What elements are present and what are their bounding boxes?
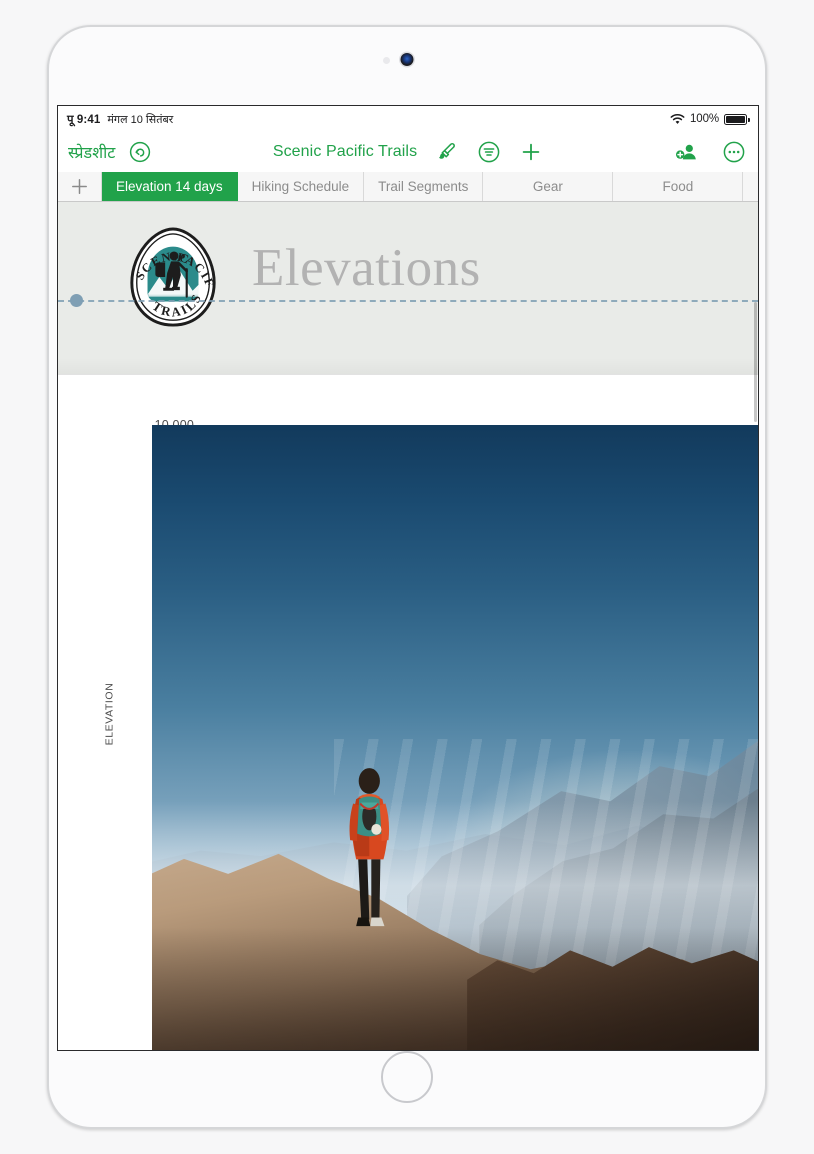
photo-hiker xyxy=(339,767,400,993)
status-bar-left: पू 9:41 मंगल 10 सितंबर xyxy=(67,112,173,127)
scenic-pacific-trails-logo: SCENIC PACIFIC TRAILS xyxy=(119,215,222,330)
toolbar-right-group xyxy=(674,140,746,164)
paintbrush-icon[interactable] xyxy=(435,140,459,164)
elevation-chart[interactable]: ELEVATION 10,000 7,500 5,000 2,500 xyxy=(58,375,758,1050)
more-ellipsis-icon[interactable] xyxy=(722,140,746,164)
sheet-tab-label: Gear xyxy=(532,179,563,194)
ipad-screen: पू 9:41 मंगल 10 सितंबर 100% स्प्रेडशीट S… xyxy=(57,105,759,1051)
y-axis-label: ELEVATION xyxy=(103,682,116,745)
app-toolbar: स्प्रेडशीट Scenic Pacific Trails xyxy=(58,132,758,172)
add-sheet-button[interactable] xyxy=(58,172,102,201)
insert-menu-icon[interactable] xyxy=(477,140,501,164)
documents-button[interactable]: स्प्रेडशीट xyxy=(68,141,115,163)
sheet-tab-label: Hiking Schedule xyxy=(251,179,350,194)
battery-full-icon xyxy=(724,113,750,125)
alignment-guide-line xyxy=(58,300,758,302)
sheet-tab-gear[interactable]: Gear xyxy=(483,172,614,201)
wifi-icon xyxy=(670,113,685,125)
sheet-tab-food[interactable]: Food xyxy=(613,172,744,201)
undo-icon[interactable] xyxy=(129,141,151,163)
add-person-icon[interactable] xyxy=(674,140,700,164)
sheet-tab-elevation-14-days[interactable]: Elevation 14 days xyxy=(102,172,238,201)
chart-plot-area-photo-fill[interactable] xyxy=(152,425,758,1050)
sheet-tab-bar: Elevation 14 days Hiking Schedule Trail … xyxy=(58,172,758,202)
photo-rock-shadow xyxy=(152,926,758,1050)
battery-percent: 100% xyxy=(689,113,719,125)
plus-icon[interactable] xyxy=(519,140,543,164)
document-title[interactable]: Scenic Pacific Trails xyxy=(273,143,417,161)
sheet-title[interactable]: Elevations xyxy=(252,242,481,295)
sheet-tab-label: Trail Segments xyxy=(378,179,469,194)
status-bar: पू 9:41 मंगल 10 सितंबर 100% xyxy=(58,106,758,132)
sheet-header-band: SCENIC PACIFIC TRAILS Elevations xyxy=(58,202,758,375)
ipad-device-frame: पू 9:41 मंगल 10 सितंबर 100% स्प्रेडशीट S… xyxy=(47,25,767,1129)
status-date: मंगल 10 सितंबर xyxy=(107,113,174,126)
home-button[interactable] xyxy=(381,1051,433,1103)
sheet-tab-label: Elevation 14 days xyxy=(116,179,223,194)
status-bar-right: 100% xyxy=(670,113,750,125)
sheet-tab-label: Food xyxy=(662,179,694,194)
sheet-tab-hiking-schedule[interactable]: Hiking Schedule xyxy=(237,172,365,201)
ambient-light-sensor xyxy=(383,57,390,64)
sheet-tab-trail-segments[interactable]: Trail Segments xyxy=(364,172,484,201)
status-time: पू 9:41 xyxy=(67,113,101,126)
spreadsheet-canvas[interactable]: SCENIC PACIFIC TRAILS Elevations xyxy=(58,202,758,1050)
toolbar-center-group: Scenic Pacific Trails xyxy=(58,140,758,164)
vertical-scrollbar[interactable] xyxy=(754,302,757,422)
alignment-guide-handle[interactable] xyxy=(70,294,83,307)
front-camera xyxy=(400,53,414,66)
toolbar-left-group: स्प्रेडशीट xyxy=(68,141,151,163)
